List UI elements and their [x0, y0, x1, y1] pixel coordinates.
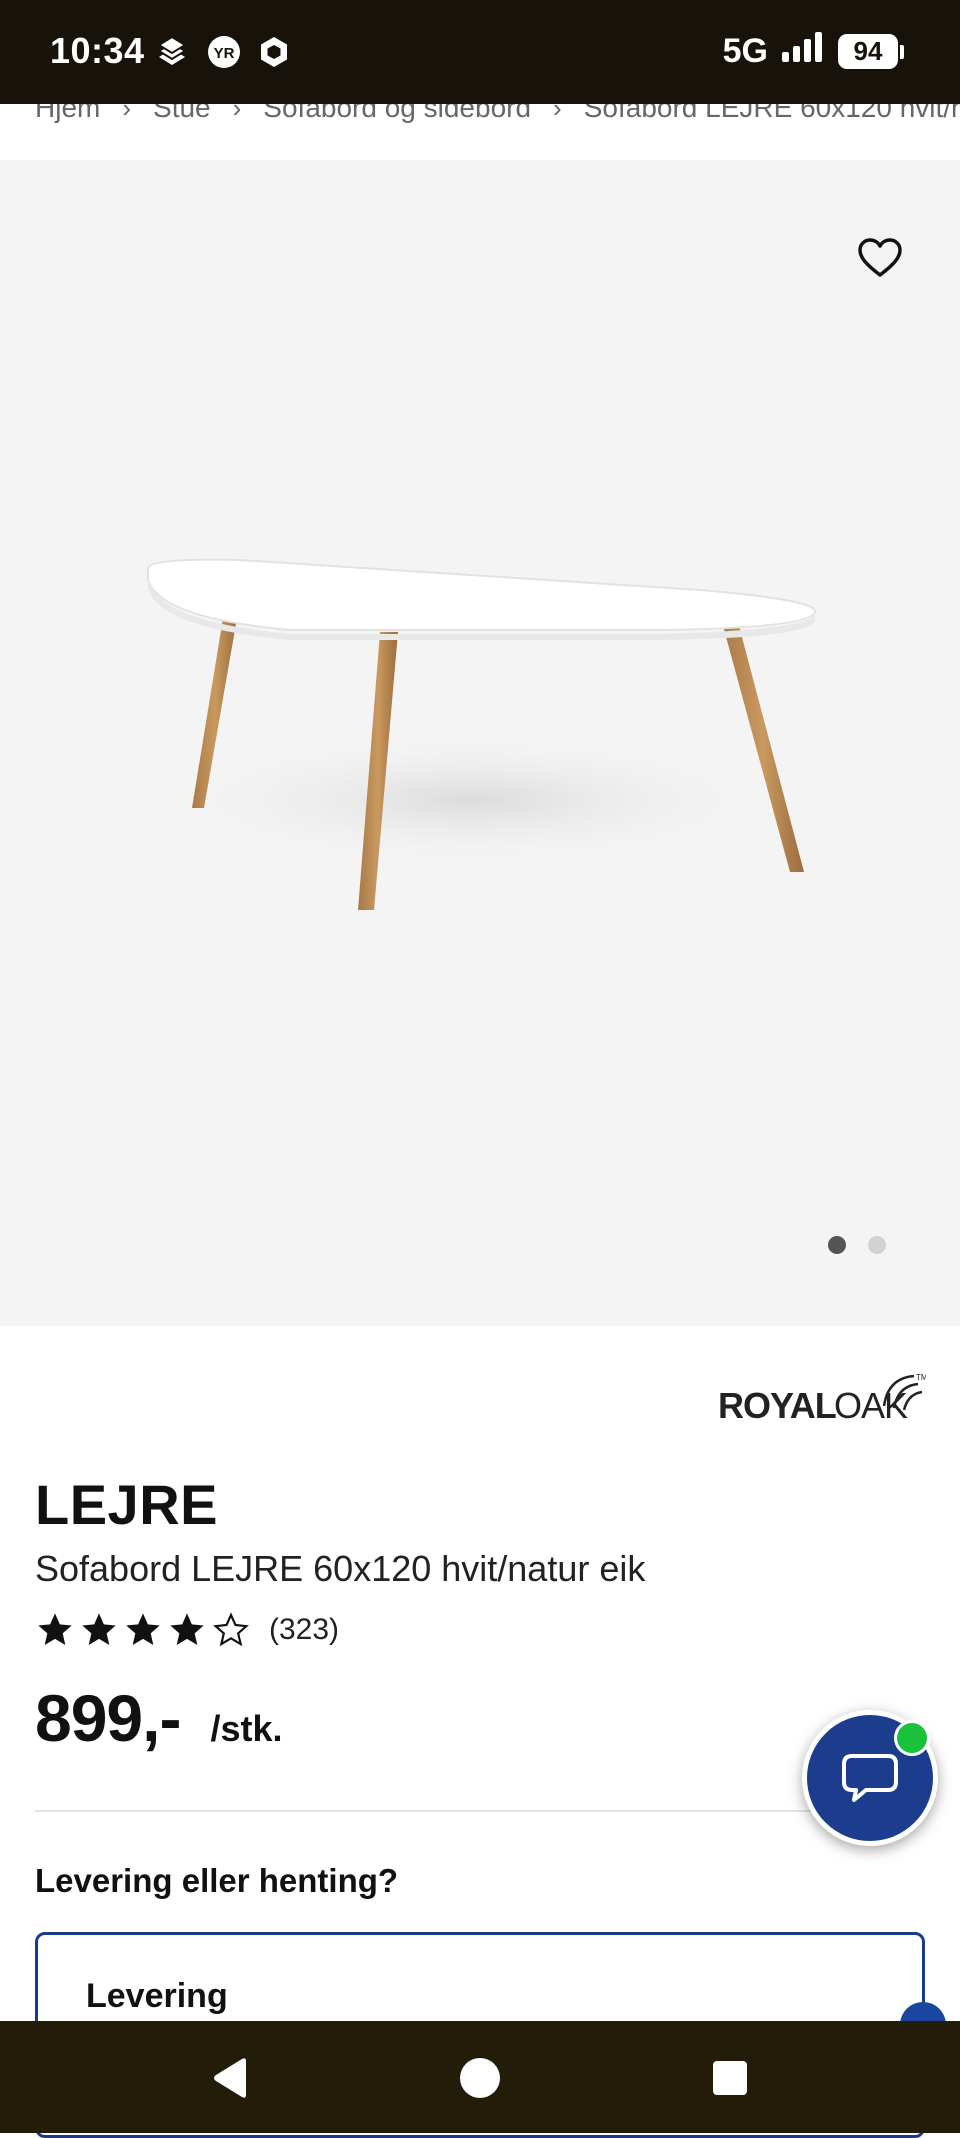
star-filled-icon — [82, 1613, 116, 1645]
favorite-heart-button[interactable] — [850, 228, 910, 288]
stack-app-icon — [155, 35, 189, 74]
product-image — [140, 558, 816, 910]
status-bar: 10:34 YR 5G 94 — [0, 0, 960, 104]
breadcrumb: Hjem › Stue › Sofabord og sidebord › Sof… — [0, 104, 960, 160]
svg-text:ROYAL: ROYAL — [718, 1385, 836, 1426]
recents-square-icon — [713, 2061, 747, 2095]
recents-button[interactable] — [705, 2053, 755, 2103]
chevron-right-icon: › — [553, 104, 562, 123]
svg-text:OAK: OAK — [834, 1385, 908, 1426]
status-right: 5G 94 — [723, 32, 904, 71]
carousel-dot-2[interactable] — [868, 1236, 886, 1254]
system-navigation-bar — [0, 2021, 960, 2133]
star-empty-icon — [213, 1612, 249, 1647]
chevron-right-icon: › — [232, 104, 242, 123]
price-row: 899,- /stk. — [35, 1680, 282, 1756]
status-app-icons: YR — [155, 35, 289, 74]
product-description: Sofabord LEJRE 60x120 hvit/natur eik — [35, 1548, 646, 1589]
divider — [35, 1810, 925, 1812]
chat-bubble-icon — [842, 1754, 898, 1802]
breadcrumb-item-home[interactable]: Hjem — [35, 104, 100, 124]
star-filled-icon — [38, 1613, 72, 1645]
yr-app-icon: YR — [207, 35, 241, 74]
carousel-dot-1[interactable] — [828, 1236, 846, 1254]
product-name: LEJRE — [35, 1473, 218, 1536]
star-filled-icon — [170, 1613, 204, 1645]
price-unit: /stk. — [210, 1708, 283, 1749]
breadcrumb-item-current: Sofabord LEJRE 60x120 hvit/natur eik — [583, 104, 960, 123]
home-circle-icon — [460, 2058, 500, 2098]
back-triangle-icon — [214, 2058, 246, 2098]
breadcrumb-item-category[interactable]: Sofabord og sidebord — [263, 104, 531, 124]
status-time: 10:34 — [50, 30, 145, 71]
delivery-option-label: Levering — [86, 1977, 228, 2015]
back-button[interactable] — [205, 2053, 255, 2103]
star-filled-icon — [126, 1613, 160, 1645]
svg-text:TM: TM — [916, 1373, 926, 1382]
product-image-gallery[interactable] — [0, 160, 960, 1326]
svg-text:YR: YR — [214, 45, 235, 62]
product-price: 899,- — [35, 1681, 181, 1755]
carousel-indicators — [828, 1236, 886, 1254]
breadcrumb-item-stue[interactable]: Stue — [153, 104, 211, 124]
battery-icon: 94 — [838, 34, 904, 69]
signal-icon — [782, 32, 824, 71]
product-rating[interactable]: (323) — [35, 1610, 339, 1650]
hexagon-app-icon — [259, 35, 289, 74]
chevron-right-icon: › — [122, 104, 132, 123]
online-status-dot — [894, 1720, 930, 1756]
heart-icon — [858, 238, 902, 277]
battery-level: 94 — [838, 34, 898, 69]
delivery-heading: Levering eller henting? — [35, 1862, 399, 1899]
review-count: (323) — [269, 1613, 340, 1646]
network-type: 5G — [722, 32, 768, 70]
home-button[interactable] — [455, 2053, 505, 2103]
brand-logo: ROYAL OAK TM — [718, 1366, 928, 1426]
